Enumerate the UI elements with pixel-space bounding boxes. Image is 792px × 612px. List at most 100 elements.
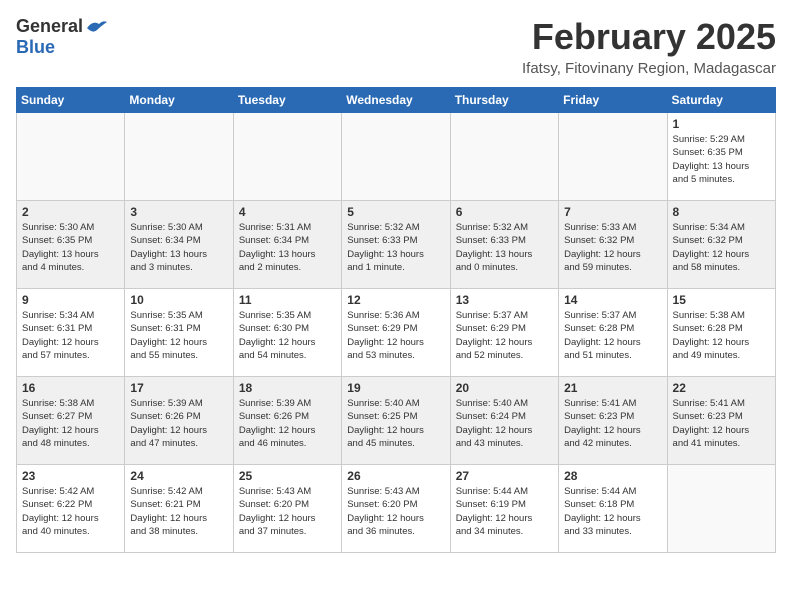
- calendar-cell: [125, 113, 233, 201]
- calendar-cell: 16Sunrise: 5:38 AM Sunset: 6:27 PM Dayli…: [17, 377, 125, 465]
- calendar-cell: 11 Sunrise: 5:35 AM Sunset: 6:30 PM Dayli…: [233, 289, 341, 377]
- calendar-header-saturday: Saturday: [667, 88, 775, 113]
- day-number: 1: [673, 117, 770, 131]
- calendar-cell: 25 Sunrise: 5:43 AM Sunset: 6:20 PM Dayli…: [233, 465, 341, 553]
- day-info: Sunrise: 5:29 AM Sunset: 6:35 PM Dayligh…: [673, 133, 770, 186]
- day-info: Sunrise: 5:32 AM Sunset: 6:33 PM Dayligh…: [347, 221, 444, 274]
- logo: General Blue: [16, 16, 107, 58]
- day-number: 24: [130, 469, 227, 483]
- day-number: 9: [22, 293, 119, 307]
- month-title: February 2025: [522, 16, 776, 58]
- day-info: Sunrise: 5:30 AM Sunset: 6:35 PM Dayligh…: [22, 221, 119, 274]
- day-number: 15: [673, 293, 770, 307]
- calendar-table: SundayMondayTuesdayWednesdayThursdayFrid…: [16, 87, 776, 553]
- logo-bird-icon: [85, 18, 107, 36]
- day-info: Sunrise: 5:34 AM Sunset: 6:32 PM Dayligh…: [673, 221, 770, 274]
- day-info: Sunrise: 5:40 AM Sunset: 6:24 PM Dayligh…: [456, 397, 553, 450]
- calendar-cell: 9 Sunrise: 5:34 AM Sunset: 6:31 PM Daylig…: [17, 289, 125, 377]
- calendar-cell: 8 Sunrise: 5:34 AM Sunset: 6:32 PM Daylig…: [667, 201, 775, 289]
- day-number: 14: [564, 293, 661, 307]
- day-number: 19: [347, 381, 444, 395]
- calendar-cell: [233, 113, 341, 201]
- day-info: Sunrise: 5:37 AM Sunset: 6:29 PM Dayligh…: [456, 309, 553, 362]
- day-info: Sunrise: 5:41 AM Sunset: 6:23 PM Dayligh…: [673, 397, 770, 450]
- calendar-cell: 12 Sunrise: 5:36 AM Sunset: 6:29 PM Dayli…: [342, 289, 450, 377]
- calendar-header-friday: Friday: [559, 88, 667, 113]
- day-info: Sunrise: 5:44 AM Sunset: 6:18 PM Dayligh…: [564, 485, 661, 538]
- day-info: Sunrise: 5:35 AM Sunset: 6:30 PM Dayligh…: [239, 309, 336, 362]
- calendar-cell: [342, 113, 450, 201]
- day-number: 16: [22, 381, 119, 395]
- calendar-cell: [450, 113, 558, 201]
- day-info: Sunrise: 5:32 AM Sunset: 6:33 PM Dayligh…: [456, 221, 553, 274]
- calendar-cell: 2 Sunrise: 5:30 AM Sunset: 6:35 PM Daylig…: [17, 201, 125, 289]
- day-info: Sunrise: 5:43 AM Sunset: 6:20 PM Dayligh…: [347, 485, 444, 538]
- day-info: Sunrise: 5:38 AM Sunset: 6:28 PM Dayligh…: [673, 309, 770, 362]
- calendar-cell: 26 Sunrise: 5:43 AM Sunset: 6:20 PM Dayli…: [342, 465, 450, 553]
- location-subtitle: Ifatsy, Fitovinany Region, Madagascar: [522, 60, 776, 77]
- day-info: Sunrise: 5:41 AM Sunset: 6:23 PM Dayligh…: [564, 397, 661, 450]
- calendar-cell: 7 Sunrise: 5:33 AM Sunset: 6:32 PM Daylig…: [559, 201, 667, 289]
- day-info: Sunrise: 5:35 AM Sunset: 6:31 PM Dayligh…: [130, 309, 227, 362]
- calendar-cell: 1 Sunrise: 5:29 AM Sunset: 6:35 PM Daylig…: [667, 113, 775, 201]
- calendar-cell: [667, 465, 775, 553]
- day-number: 8: [673, 205, 770, 219]
- day-number: 3: [130, 205, 227, 219]
- calendar-header-thursday: Thursday: [450, 88, 558, 113]
- calendar-cell: 23 Sunrise: 5:42 AM Sunset: 6:22 PM Dayli…: [17, 465, 125, 553]
- page-header: General Blue February 2025 Ifatsy, Fitov…: [16, 16, 776, 77]
- calendar-cell: 27Sunrise: 5:44 AM Sunset: 6:19 PM Dayli…: [450, 465, 558, 553]
- day-number: 13: [456, 293, 553, 307]
- day-info: Sunrise: 5:36 AM Sunset: 6:29 PM Dayligh…: [347, 309, 444, 362]
- day-number: 21: [564, 381, 661, 395]
- day-number: 27: [456, 469, 553, 483]
- logo-blue-text: Blue: [16, 37, 55, 58]
- calendar-header-sunday: Sunday: [17, 88, 125, 113]
- day-number: 11: [239, 293, 336, 307]
- calendar-cell: 3Sunrise: 5:30 AM Sunset: 6:34 PM Daylig…: [125, 201, 233, 289]
- day-info: Sunrise: 5:39 AM Sunset: 6:26 PM Dayligh…: [239, 397, 336, 450]
- day-number: 4: [239, 205, 336, 219]
- calendar-cell: 21 Sunrise: 5:41 AM Sunset: 6:23 PM Dayli…: [559, 377, 667, 465]
- calendar-week-row: 9 Sunrise: 5:34 AM Sunset: 6:31 PM Daylig…: [17, 289, 776, 377]
- day-info: Sunrise: 5:42 AM Sunset: 6:22 PM Dayligh…: [22, 485, 119, 538]
- calendar-week-row: 2 Sunrise: 5:30 AM Sunset: 6:35 PM Daylig…: [17, 201, 776, 289]
- calendar-cell: 18 Sunrise: 5:39 AM Sunset: 6:26 PM Dayli…: [233, 377, 341, 465]
- calendar-cell: [559, 113, 667, 201]
- calendar-header-wednesday: Wednesday: [342, 88, 450, 113]
- calendar-header-tuesday: Tuesday: [233, 88, 341, 113]
- calendar-week-row: 16Sunrise: 5:38 AM Sunset: 6:27 PM Dayli…: [17, 377, 776, 465]
- calendar-cell: 10 Sunrise: 5:35 AM Sunset: 6:31 PM Dayli…: [125, 289, 233, 377]
- day-number: 12: [347, 293, 444, 307]
- day-number: 23: [22, 469, 119, 483]
- calendar-cell: 5Sunrise: 5:32 AM Sunset: 6:33 PM Daylig…: [342, 201, 450, 289]
- calendar-cell: 6Sunrise: 5:32 AM Sunset: 6:33 PM Daylig…: [450, 201, 558, 289]
- calendar-header-monday: Monday: [125, 88, 233, 113]
- day-info: Sunrise: 5:40 AM Sunset: 6:25 PM Dayligh…: [347, 397, 444, 450]
- calendar-cell: 28 Sunrise: 5:44 AM Sunset: 6:18 PM Dayli…: [559, 465, 667, 553]
- title-block: February 2025 Ifatsy, Fitovinany Region,…: [522, 16, 776, 77]
- day-number: 25: [239, 469, 336, 483]
- day-number: 17: [130, 381, 227, 395]
- day-number: 7: [564, 205, 661, 219]
- day-number: 26: [347, 469, 444, 483]
- logo-general-text: General: [16, 16, 83, 37]
- day-number: 28: [564, 469, 661, 483]
- day-number: 10: [130, 293, 227, 307]
- calendar-cell: 13 Sunrise: 5:37 AM Sunset: 6:29 PM Dayli…: [450, 289, 558, 377]
- day-info: Sunrise: 5:39 AM Sunset: 6:26 PM Dayligh…: [130, 397, 227, 450]
- calendar-cell: 22 Sunrise: 5:41 AM Sunset: 6:23 PM Dayli…: [667, 377, 775, 465]
- day-number: 18: [239, 381, 336, 395]
- day-info: Sunrise: 5:37 AM Sunset: 6:28 PM Dayligh…: [564, 309, 661, 362]
- day-info: Sunrise: 5:34 AM Sunset: 6:31 PM Dayligh…: [22, 309, 119, 362]
- day-number: 22: [673, 381, 770, 395]
- day-number: 2: [22, 205, 119, 219]
- day-info: Sunrise: 5:43 AM Sunset: 6:20 PM Dayligh…: [239, 485, 336, 538]
- calendar-cell: 19 Sunrise: 5:40 AM Sunset: 6:25 PM Dayli…: [342, 377, 450, 465]
- day-info: Sunrise: 5:33 AM Sunset: 6:32 PM Dayligh…: [564, 221, 661, 274]
- day-info: Sunrise: 5:42 AM Sunset: 6:21 PM Dayligh…: [130, 485, 227, 538]
- day-info: Sunrise: 5:31 AM Sunset: 6:34 PM Dayligh…: [239, 221, 336, 274]
- calendar-cell: 14 Sunrise: 5:37 AM Sunset: 6:28 PM Dayli…: [559, 289, 667, 377]
- calendar-cell: 24 Sunrise: 5:42 AM Sunset: 6:21 PM Dayli…: [125, 465, 233, 553]
- calendar-week-row: 23 Sunrise: 5:42 AM Sunset: 6:22 PM Dayli…: [17, 465, 776, 553]
